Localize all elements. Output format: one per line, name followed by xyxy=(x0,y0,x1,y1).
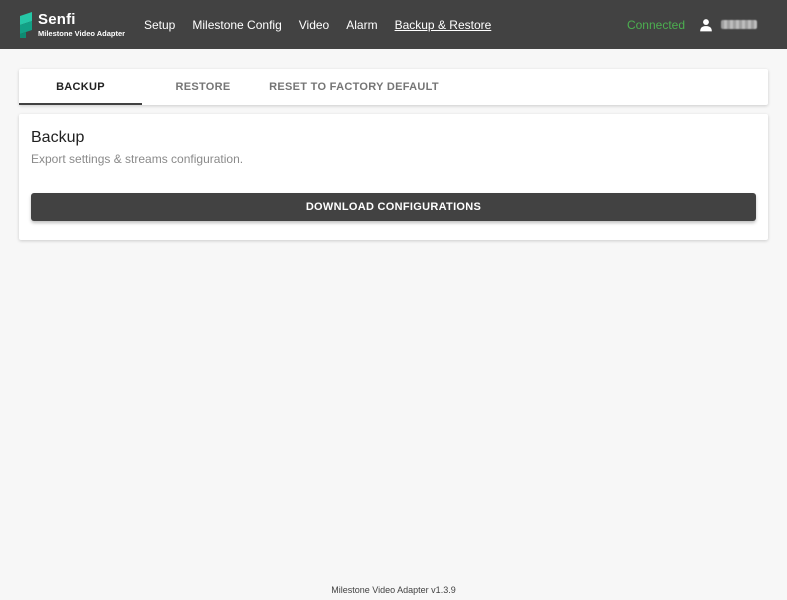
connection-status: Connected xyxy=(626,17,685,32)
footer-version: Milestone Video Adapter v1.3.9 xyxy=(331,585,456,595)
tab-restore[interactable]: RESTORE xyxy=(142,69,264,105)
person-icon[interactable] xyxy=(699,18,713,32)
brand[interactable]: Senfi Milestone Video Adapter xyxy=(18,10,144,38)
header-right: Connected xyxy=(627,0,787,49)
nav-milestone-config[interactable]: Milestone Config xyxy=(192,18,281,32)
download-configurations-button[interactable]: DOWNLOAD CONFIGURATIONS xyxy=(31,193,756,221)
top-app-bar: Senfi Milestone Video Adapter Setup Mile… xyxy=(0,0,787,49)
nav-setup[interactable]: Setup xyxy=(144,18,175,32)
tab-reset-factory-default[interactable]: RESET TO FACTORY DEFAULT xyxy=(264,69,444,105)
nav-alarm[interactable]: Alarm xyxy=(346,18,377,32)
senfi-logo-icon xyxy=(20,11,32,38)
nav-video[interactable]: Video xyxy=(299,18,329,32)
card-description: Export settings & streams configuration. xyxy=(31,152,244,166)
main-nav: Setup Milestone Config Video Alarm Backu… xyxy=(144,0,508,49)
user-name-redacted[interactable] xyxy=(721,20,757,29)
card-title: Backup xyxy=(31,129,85,146)
tab-backup[interactable]: BACKUP xyxy=(19,69,142,105)
brand-subtitle: Milestone Video Adapter xyxy=(38,28,126,38)
brand-name: Senfi xyxy=(38,10,76,28)
nav-backup-restore[interactable]: Backup & Restore xyxy=(395,18,492,32)
tab-bar: BACKUP RESTORE RESET TO FACTORY DEFAULT xyxy=(19,69,768,105)
backup-card: Backup Export settings & streams configu… xyxy=(19,114,768,240)
